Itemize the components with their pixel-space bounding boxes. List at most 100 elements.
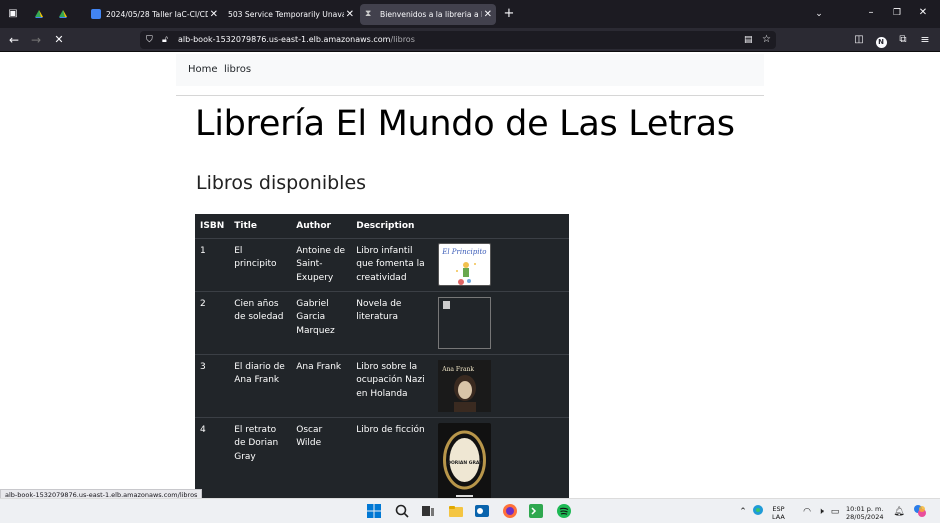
cell-cover [433,291,569,355]
new-tab-button[interactable]: + [500,5,518,23]
windows-start-icon[interactable] [366,503,382,519]
bookmark-star-icon[interactable]: ☆ [762,31,771,49]
minimize-button[interactable]: – [862,4,880,22]
cell-isbn: 3 [195,354,230,418]
language-indicator[interactable]: ESP LAA [772,505,785,521]
clock[interactable]: 10:01 p. m. 28/05/2024 [846,505,883,521]
task-view-icon[interactable] [420,503,436,519]
table-header-row: ISBN Title Author Description [195,214,569,239]
outlook-icon[interactable] [474,503,490,519]
cell-author: Gabriel Garcia Marquez [291,291,352,355]
broken-image-icon [443,300,451,309]
cell-author: Oscar Wilde [291,417,352,498]
back-arrow-icon[interactable]: ← [5,31,23,49]
google-drive-icon [59,10,67,18]
terminal-app-icon[interactable] [528,503,544,519]
tab-libreria-active[interactable]: ⧗ Bienvenidos a la libreria a El M ✕ [360,4,496,25]
firefox-icon[interactable] [502,503,518,519]
google-drive-icon [35,10,43,18]
close-icon[interactable]: ✕ [346,4,354,25]
nav-link-libros[interactable]: libros [224,64,251,75]
cell-cover: Ana Frank [433,354,569,418]
edge-icon[interactable] [752,504,764,516]
clock-time: 10:01 p. m. [846,505,884,513]
tab-label: 2024/05/28 Taller IaC-CI/CD - D [106,10,208,19]
column-header-description: Description [351,214,434,239]
url-bar[interactable]: ⛉ 🔓︎ alb-book-1532079876.us-east-1.elb.a… [140,31,776,49]
pinned-tab-drive-1[interactable] [28,4,50,25]
site-navbar: Home libros [176,54,764,86]
account-avatar[interactable]: N [872,31,890,49]
restore-button[interactable]: ❐ [888,4,906,22]
google-docs-icon [91,9,101,19]
pinned-tab-drive-2[interactable] [52,4,74,25]
broken-image [438,296,492,349]
tab-label: Bienvenidos a la libreria a El M [380,10,482,19]
book-cover-image: Ana Frank [438,359,492,412]
list-all-tabs-icon[interactable]: ⌄ [810,5,828,23]
cell-author: Antoine de Saint-Exupery [291,238,352,292]
close-icon[interactable]: ✕ [210,4,218,25]
table-row: 3 El diario de Ana Frank Ana Frank Libro… [195,354,569,418]
cell-isbn: 1 [195,238,230,292]
book-cover-image: El Principito [438,242,492,286]
cell-title: El retrato de Dorian Gray [229,417,292,498]
column-header-cover [433,214,569,239]
cell-description: Libro de ficción [351,417,434,498]
battery-icon[interactable]: ▭ [826,503,844,521]
book-cover-image: DORIAN GRAY [438,422,492,498]
nav-link-home[interactable]: Home [188,64,218,75]
tab-503-service[interactable]: 503 Service Temporarily Unavailab ✕ [224,4,358,25]
language-code: ESP [772,505,785,513]
section-heading: Libros disponibles [196,172,367,194]
cell-description: Libro infantil que fomenta la creativida… [351,238,434,292]
search-icon[interactable] [394,503,410,519]
shield-icon[interactable]: ⛉ [146,31,153,49]
url-host: alb-book-1532079876.us-east-1.elb.amazon… [178,35,391,44]
windows-taskbar: ⌃ ESP LAA ◠ 🕨︎ ▭ 10:01 p. m. 28/05/2024 🔔︎ [0,498,940,523]
cell-isbn: 2 [195,291,230,355]
tab-label: 503 Service Temporarily Unavailab [228,10,344,19]
copilot-icon[interactable] [912,503,928,519]
close-icon[interactable]: ✕ [484,4,492,25]
url-text[interactable]: alb-book-1532079876.us-east-1.elb.amazon… [178,31,415,49]
cell-description: Libro sobre la ocupación Nazi en Holanda [351,354,434,418]
cell-isbn: 4 [195,417,230,498]
cell-author: Ana Frank [291,354,352,418]
column-header-title: Title [229,214,292,239]
notifications-bell-icon[interactable]: 🔔︎ [890,503,908,521]
divider [176,95,764,96]
pocket-icon[interactable]: ◫ [850,31,868,49]
cell-title: Cien años de soledad [229,291,292,355]
extensions-icon[interactable]: ⧉ [894,31,912,49]
cell-title: El principito [229,238,292,292]
clock-date: 28/05/2024 [846,513,884,521]
close-window-button[interactable]: ✕ [914,4,932,22]
portrait-illustration [454,374,477,412]
cover-stripe [456,494,474,497]
column-header-author: Author [291,214,352,239]
cell-cover: El Principito [433,238,569,292]
navigation-toolbar: ← → ✕ ⛉ 🔓︎ alb-book-1532079876.us-east-1… [0,28,940,52]
file-explorer-icon[interactable] [448,503,464,519]
forward-arrow-icon[interactable]: → [27,31,45,49]
keyboard-layout: LAA [772,513,785,521]
tab-taller-iac[interactable]: 2024/05/28 Taller IaC-CI/CD - D ✕ [86,4,222,25]
column-header-isbn: ISBN [195,214,230,239]
menu-hamburger-icon[interactable]: ≡ [916,31,934,49]
hourglass-icon: ⧗ [365,9,372,19]
books-table: ISBN Title Author Description 1 El princ… [195,214,569,498]
cover-title: DORIAN GRAY [447,460,483,466]
tab-list-icon[interactable]: ▣ [4,5,22,23]
reader-view-icon[interactable]: ▤ [744,31,753,49]
table-row: 4 El retrato de Dorian Gray Oscar Wilde … [195,417,569,498]
insecure-lock-icon[interactable]: 🔓︎ [162,31,168,49]
chevron-up-icon[interactable]: ⌃ [734,503,752,521]
cell-cover: DORIAN GRAY [433,417,569,498]
stop-loading-icon[interactable]: ✕ [50,31,68,49]
cell-title: El diario de Ana Frank [229,354,292,418]
spotify-icon[interactable] [556,503,572,519]
table-row: 2 Cien años de soledad Gabriel Garcia Ma… [195,291,569,355]
web-page: Home libros Librería El Mundo de Las Let… [0,52,940,498]
page-title: Librería El Mundo de Las Letras [195,104,735,144]
